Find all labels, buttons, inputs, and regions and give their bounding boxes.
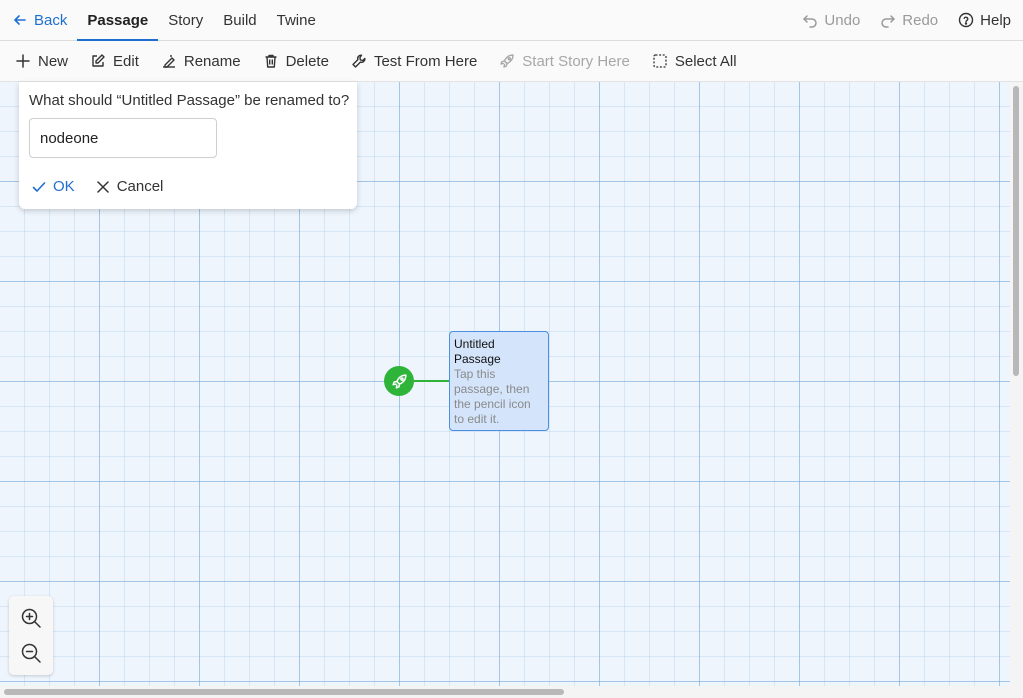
back-label: Back: [34, 11, 68, 29]
cancel-button[interactable]: Cancel: [95, 178, 164, 195]
ok-label: OK: [53, 178, 75, 195]
plus-icon: [15, 53, 31, 69]
tab-twine[interactable]: Twine: [267, 0, 326, 40]
back-button[interactable]: Back: [0, 0, 77, 40]
new-button[interactable]: New: [4, 41, 79, 81]
passage-card[interactable]: Untitled Passage Tap this passage, then …: [449, 331, 549, 431]
edit-icon: [90, 53, 106, 69]
tab-passage[interactable]: Passage: [77, 0, 159, 41]
rename-prompt: What should “Untitled Passage” be rename…: [29, 92, 350, 109]
select-all-button[interactable]: Select All: [641, 41, 748, 81]
redo-button[interactable]: Redo: [870, 0, 948, 40]
rename-passage-dialog: What should “Untitled Passage” be rename…: [19, 82, 357, 209]
start-story-here-label: Start Story Here: [522, 52, 630, 70]
tab-passage-label: Passage: [87, 11, 149, 29]
test-from-here-label: Test From Here: [373, 52, 478, 70]
vertical-scrollbar-thumb[interactable]: [1013, 86, 1019, 376]
help-circle-icon: [958, 12, 974, 28]
tab-story-label: Story: [168, 11, 204, 29]
rename-icon: [161, 53, 177, 69]
zoom-out-icon: [21, 644, 41, 663]
trash-icon: [263, 53, 279, 69]
select-all-label: Select All: [674, 52, 737, 70]
tab-twine-label: Twine: [276, 11, 316, 29]
edit-button[interactable]: Edit: [79, 41, 150, 81]
start-connector-line: [413, 380, 450, 382]
arrow-left-icon: [12, 12, 28, 28]
passage-toolbar: New Edit Rename Delete Test From Here St…: [0, 41, 1023, 82]
delete-button[interactable]: Delete: [252, 41, 340, 81]
start-passage-marker: [384, 366, 414, 396]
tab-build[interactable]: Build: [213, 0, 266, 40]
help-label: Help: [980, 11, 1011, 29]
delete-label: Delete: [285, 52, 329, 70]
rename-button[interactable]: Rename: [150, 41, 252, 81]
rename-input[interactable]: [29, 118, 217, 158]
cancel-label: Cancel: [116, 178, 164, 195]
rename-label: Rename: [183, 52, 241, 70]
tab-build-label: Build: [223, 11, 257, 29]
passage-title: Untitled Passage: [454, 337, 501, 366]
dialog-actions: OK Cancel: [31, 178, 163, 195]
undo-button[interactable]: Undo: [792, 0, 870, 40]
tab-story[interactable]: Story: [158, 0, 213, 40]
passage-excerpt: Tap this passage, then the pencil icon t…: [454, 367, 531, 426]
marquee-icon: [652, 53, 668, 69]
tool-icon: [351, 53, 367, 69]
redo-icon: [880, 12, 896, 28]
top-tab-bar: Back Passage Story Build Twine Undo Redo…: [0, 0, 1023, 41]
ok-button[interactable]: OK: [31, 178, 75, 195]
zoom-out-button[interactable]: [16, 638, 46, 668]
zoom-in-button[interactable]: [16, 603, 46, 633]
check-icon: [31, 179, 47, 195]
undo-label: Undo: [824, 11, 861, 29]
new-label: New: [38, 52, 69, 70]
zoom-controls: [9, 596, 53, 675]
redo-label: Redo: [902, 11, 939, 29]
rocket-icon: [499, 53, 515, 69]
edit-label: Edit: [113, 52, 139, 70]
help-button[interactable]: Help: [948, 0, 1023, 40]
test-from-here-button[interactable]: Test From Here: [340, 41, 488, 81]
rocket-icon: [391, 373, 407, 389]
horizontal-scrollbar-thumb[interactable]: [4, 689, 564, 695]
undo-icon: [802, 12, 818, 28]
zoom-in-icon: [21, 608, 41, 628]
x-icon: [95, 179, 111, 195]
history-help-group: Undo Redo Help: [792, 0, 1023, 40]
start-story-here-button[interactable]: Start Story Here: [488, 41, 641, 81]
